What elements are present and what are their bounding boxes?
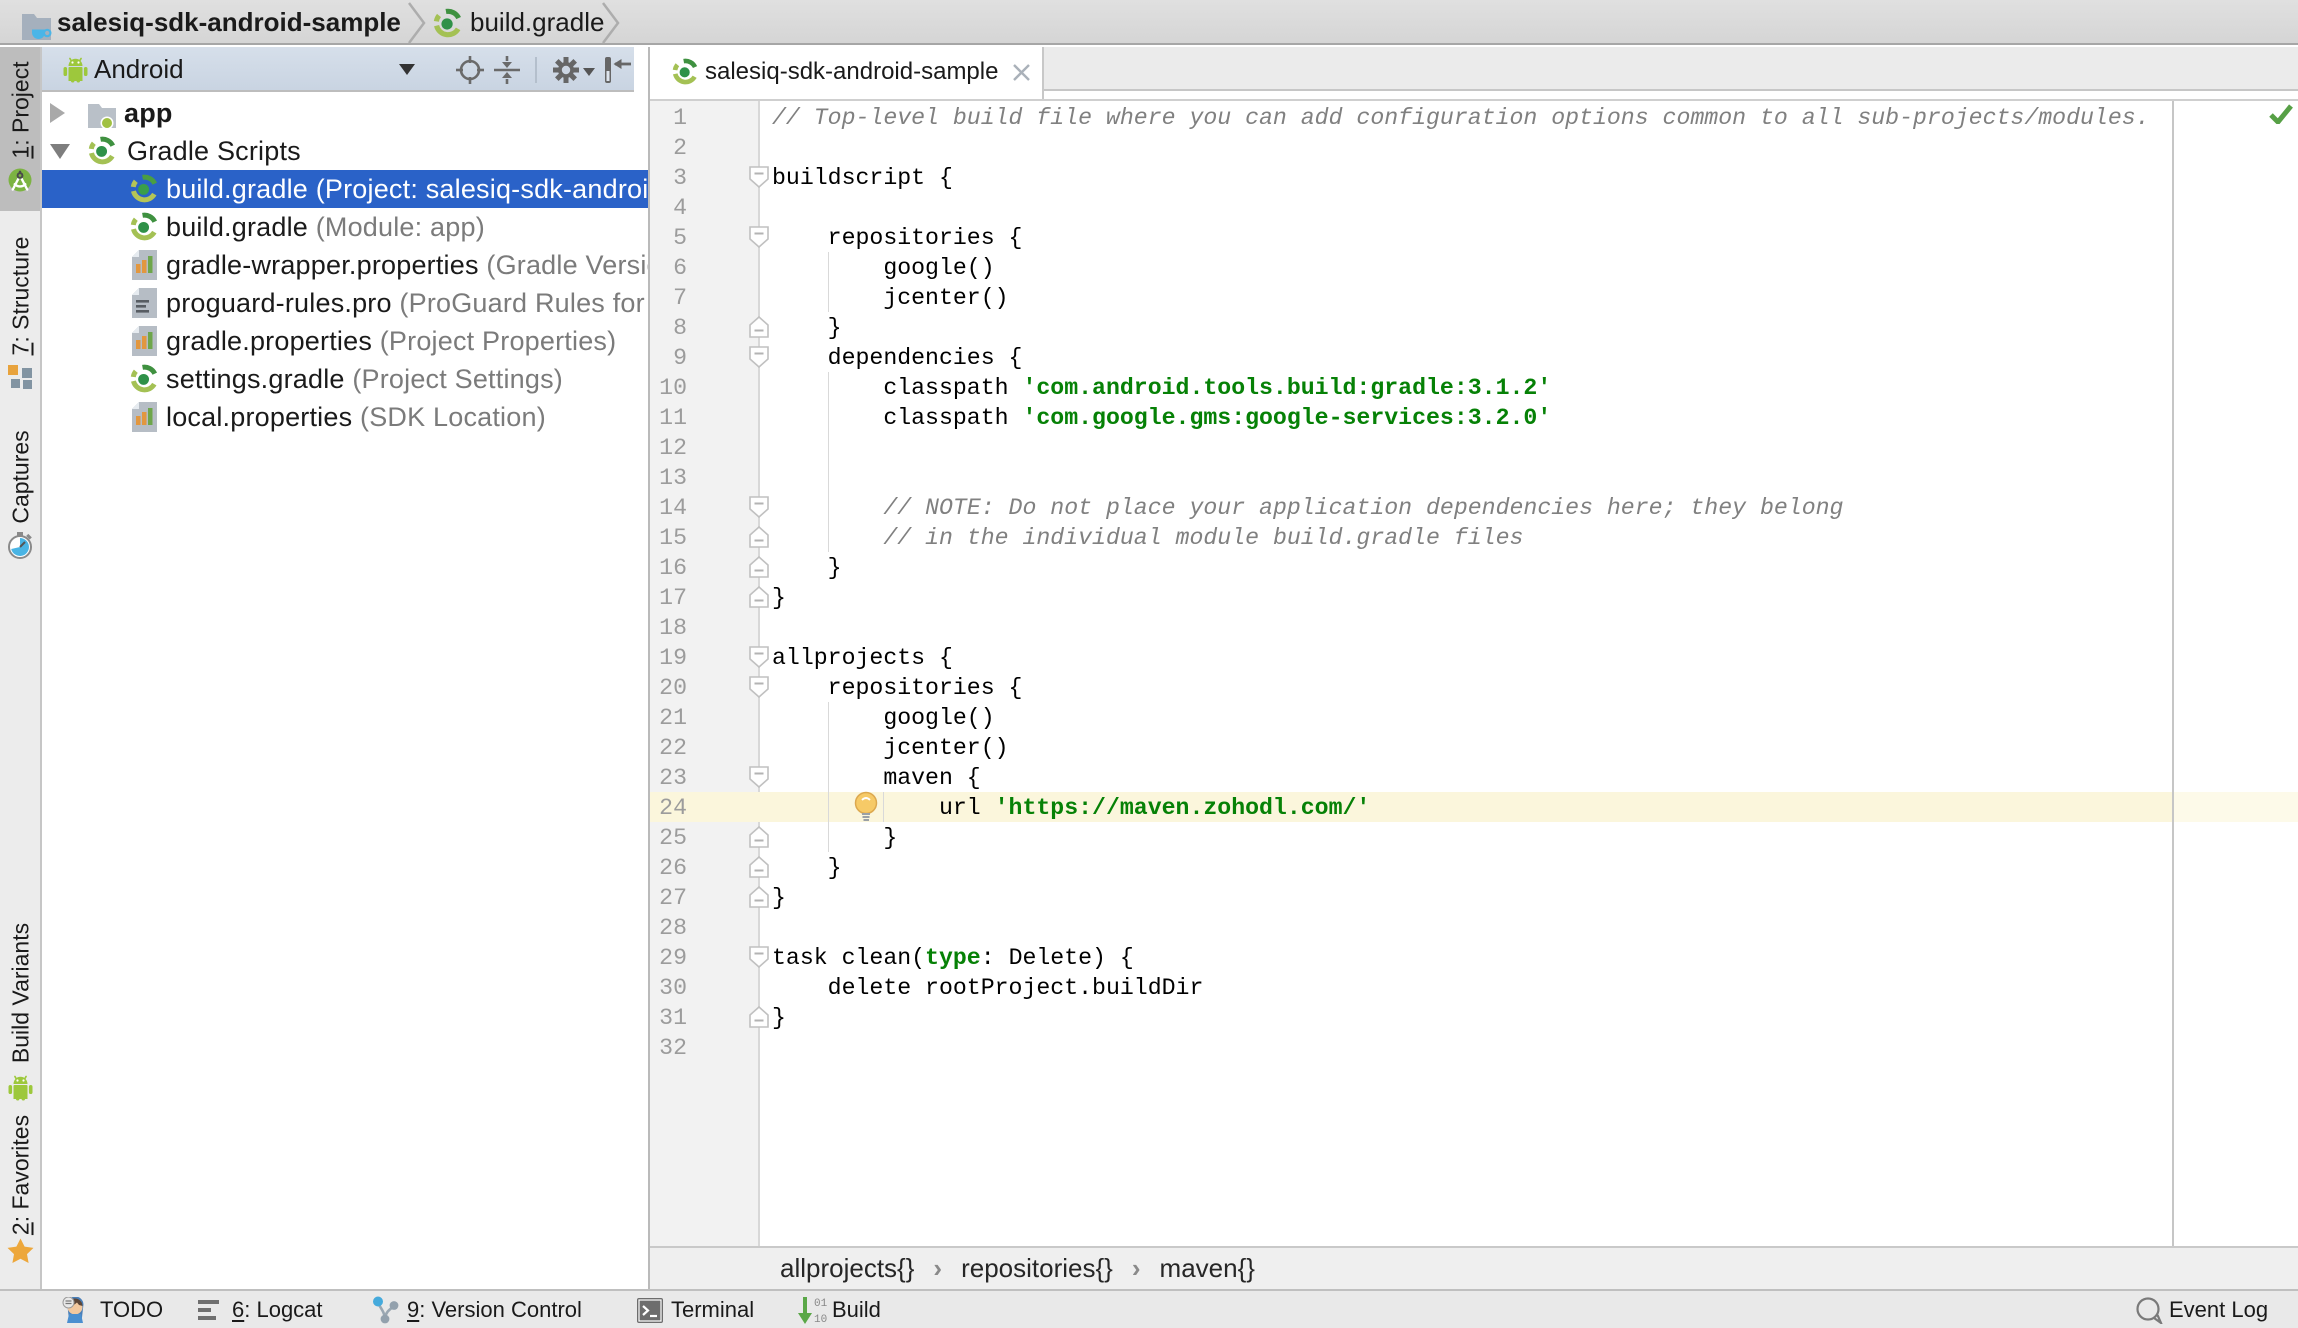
svg-text:10: 10	[814, 1314, 827, 1325]
svg-text:01: 01	[814, 1298, 828, 1310]
